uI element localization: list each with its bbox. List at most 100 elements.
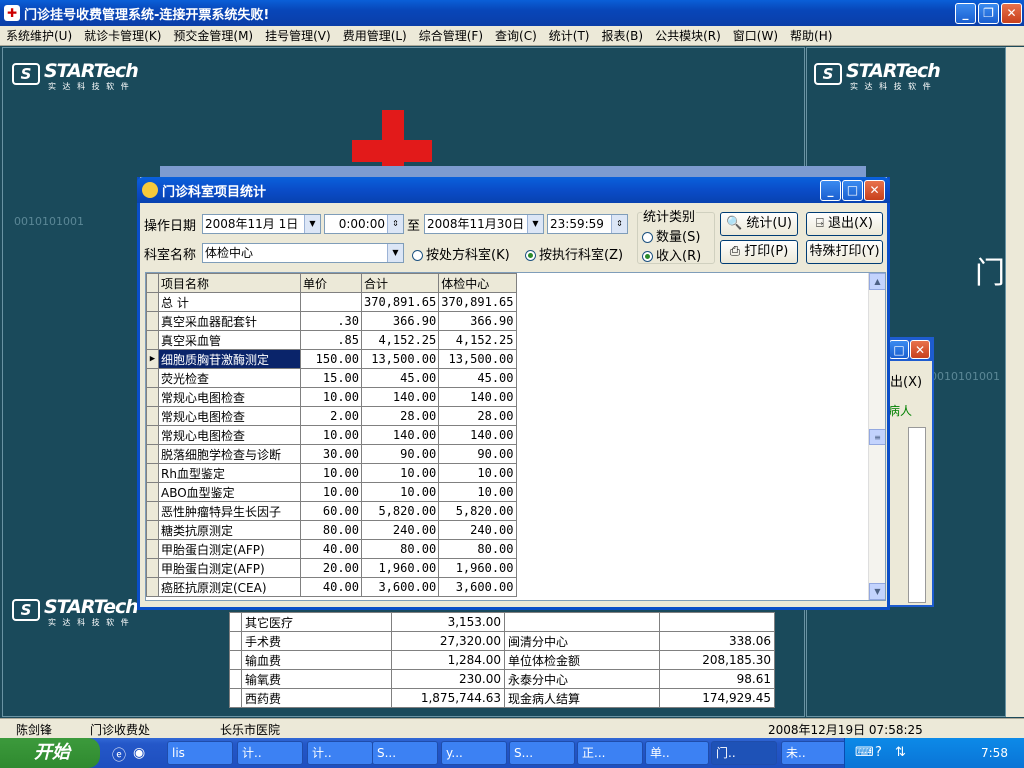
table-row[interactable]: 甲胎蛋白测定(AFP) 20.00 1,960.00 1,960.00 bbox=[146, 558, 517, 578]
network-icon[interactable]: ⇅ bbox=[895, 745, 906, 760]
taskbar-item[interactable]: lis bbox=[167, 741, 233, 765]
keyboard-icon[interactable]: ⌨ bbox=[855, 745, 874, 760]
bg-binary: 0010101001 bbox=[14, 215, 84, 228]
back-window-close[interactable]: ✕ bbox=[910, 340, 930, 359]
grid-header-row: 项目名称 单价 合计 体检中心 bbox=[146, 273, 517, 293]
table-row[interactable]: 恶性肿瘤特异生长因子 60.00 5,820.00 5,820.00 bbox=[146, 501, 517, 521]
header-dept[interactable]: 体检中心 bbox=[438, 273, 517, 293]
browser-icon[interactable]: ◉ bbox=[133, 745, 145, 761]
app-title-bar: ✚ 门诊挂号收费管理系统-连接开票系统失败! _ ❐ ✕ bbox=[0, 0, 1024, 26]
table-row[interactable]: 常规心电图检查 2.00 28.00 28.00 bbox=[146, 406, 517, 426]
dialog-close-button[interactable]: ✕ bbox=[864, 180, 885, 201]
table-row: 输血费 1,284.00 单位体检金额 208,185.30 bbox=[229, 650, 775, 670]
back-tab-label: 病人 bbox=[888, 404, 913, 418]
status-bar: 陈剑锋 门诊收费处 长乐市医院 2008年12月19日 07:58:25 bbox=[0, 718, 1024, 738]
radio-quantity[interactable]: 数量(S) bbox=[642, 226, 700, 245]
table-row-selected[interactable]: ▶ 细胞质胸苷激酶测定 150.00 13,500.00 13,500.00 bbox=[146, 349, 517, 369]
radio-by-prescribe[interactable]: 按处方科室(K) bbox=[412, 244, 510, 263]
date-from-picker[interactable]: 2008年11月 1日 ▼ bbox=[202, 214, 321, 234]
back-window-max[interactable]: □ bbox=[889, 340, 909, 359]
table-row[interactable]: ABO血型鉴定 10.00 10.00 10.00 bbox=[146, 482, 517, 502]
time-to-spinner[interactable]: 23:59:59 ⇕ bbox=[547, 214, 628, 234]
table-row[interactable]: 真空采血器配套针 .30 366.90 366.90 bbox=[146, 311, 517, 331]
dept-select[interactable]: 体检中心 ▼ bbox=[202, 243, 404, 263]
status-datetime: 2008年12月19日 07:58:25 bbox=[768, 723, 923, 737]
menu-fee[interactable]: 费用管理(L) bbox=[337, 27, 413, 44]
taskbar-item[interactable]: y... bbox=[441, 741, 507, 765]
dialog-icon bbox=[142, 182, 158, 198]
status-hospital: 长乐市医院 bbox=[220, 723, 281, 737]
menu-statistics[interactable]: 统计(T) bbox=[543, 27, 596, 44]
taskbar-item[interactable]: 未.. bbox=[781, 741, 847, 765]
grid-vertical-scrollbar[interactable]: ▲ ≡ ▼ bbox=[868, 273, 885, 600]
taskbar: 开始 ⓔ ◉ lis 计.. 计.. S... y... S... 正... 单… bbox=[0, 738, 1024, 768]
taskbar-item[interactable]: 单.. bbox=[645, 741, 709, 765]
stat-button[interactable]: 🔍 统计(U) bbox=[720, 212, 798, 236]
header-price[interactable]: 单价 bbox=[300, 273, 362, 293]
menu-system[interactable]: 系统维护(U) bbox=[0, 27, 78, 44]
table-row[interactable]: 癌胚抗原测定(CEA) 40.00 3,600.00 3,600.00 bbox=[146, 577, 517, 597]
start-button[interactable]: 开始 bbox=[0, 738, 100, 768]
dialog-minimize-button[interactable]: _ bbox=[820, 180, 841, 201]
header-indicator bbox=[146, 273, 159, 293]
minimize-button[interactable]: _ bbox=[955, 3, 976, 24]
stat-category-label: 统计类别 bbox=[642, 206, 697, 225]
menu-common[interactable]: 公共模块(R) bbox=[649, 27, 727, 44]
header-item-name[interactable]: 项目名称 bbox=[158, 273, 301, 293]
menu-query[interactable]: 查询(C) bbox=[489, 27, 543, 44]
radio-by-execute[interactable]: 按执行科室(Z) bbox=[525, 244, 623, 263]
menu-general[interactable]: 综合管理(F) bbox=[413, 27, 489, 44]
menu-help[interactable]: 帮助(H) bbox=[784, 27, 838, 44]
table-row: 其它医疗 3,153.00 bbox=[229, 612, 775, 632]
help-icon[interactable]: ? bbox=[875, 745, 882, 760]
stats-grid[interactable]: 项目名称 单价 合计 体检中心 总 计 370,891.65 370,891.65 … bbox=[145, 272, 886, 601]
back-exit-button[interactable]: 出(X) bbox=[890, 371, 922, 390]
dialog-title-bar: 门诊科室项目统计 _ □ ✕ bbox=[137, 177, 890, 203]
radio-income[interactable]: 收入(R) bbox=[642, 245, 701, 264]
ie-icon[interactable]: ⓔ bbox=[112, 745, 126, 765]
scroll-thumb[interactable]: ≡ bbox=[869, 429, 885, 445]
exit-button[interactable]: ⍈ 退出(X) bbox=[806, 212, 883, 236]
taskbar-item[interactable]: 正... bbox=[577, 741, 643, 765]
taskbar-item[interactable]: S... bbox=[509, 741, 575, 765]
app-title: 门诊挂号收费管理系统-连接开票系统失败! bbox=[24, 7, 270, 23]
taskbar-item[interactable]: 计.. bbox=[237, 741, 303, 765]
scroll-up-icon[interactable]: ▲ bbox=[869, 273, 885, 290]
table-row[interactable]: 总 计 370,891.65 370,891.65 bbox=[146, 292, 517, 312]
dialog-maximize-button[interactable]: □ bbox=[842, 180, 863, 201]
taskbar-item[interactable]: 计.. bbox=[307, 741, 373, 765]
table-row: 西药费 1,875,744.63 现金病人结算 174,929.45 bbox=[229, 688, 775, 708]
menu-card[interactable]: 就诊卡管理(K) bbox=[78, 27, 167, 44]
taskbar-item[interactable]: S... bbox=[372, 741, 438, 765]
table-row[interactable]: 真空采血管 .85 4,152.25 4,152.25 bbox=[146, 330, 517, 350]
dept-item-stats-dialog: 门诊科室项目统计 _ □ ✕ 操作日期 2008年11月 1日 ▼ 0:00:00… bbox=[137, 177, 890, 610]
table-row[interactable]: 荧光检查 15.00 45.00 45.00 bbox=[146, 368, 517, 388]
menu-prepay[interactable]: 预交金管理(M) bbox=[167, 27, 259, 44]
dept-label: 科室名称 bbox=[144, 248, 197, 263]
radio-icon bbox=[412, 250, 423, 261]
taskbar-item-active[interactable]: 门.. bbox=[711, 741, 777, 765]
scroll-down-icon[interactable]: ▼ bbox=[869, 583, 885, 600]
menu-window[interactable]: 窗口(W) bbox=[727, 27, 784, 44]
menu-register[interactable]: 挂号管理(V) bbox=[259, 27, 337, 44]
print-button[interactable]: ⎙ 打印(P) bbox=[720, 240, 798, 264]
table-row[interactable]: 糖类抗原测定 80.00 240.00 240.00 bbox=[146, 520, 517, 540]
special-print-button[interactable]: 特殊打印(Y) bbox=[806, 240, 883, 264]
header-total[interactable]: 合计 bbox=[360, 273, 440, 293]
startech-logo-right: S STARTech 实 达 科 技 软 件 bbox=[814, 60, 941, 92]
table-row[interactable]: Rh血型鉴定 10.00 10.00 10.00 bbox=[146, 463, 517, 483]
table-row[interactable]: 常规心电图检查 10.00 140.00 140.00 bbox=[146, 425, 517, 445]
restore-button[interactable]: ❐ bbox=[978, 3, 999, 24]
time-from-spinner[interactable]: 0:00:00 ⇕ bbox=[324, 214, 404, 234]
table-row[interactable]: 脱落细胞学检查与诊断 30.00 90.00 90.00 bbox=[146, 444, 517, 464]
back-window-scroll[interactable] bbox=[908, 427, 926, 603]
row-pointer-icon: ▶ bbox=[146, 349, 159, 369]
chevron-down-icon: ▼ bbox=[527, 215, 543, 233]
main-scrollbar[interactable] bbox=[1006, 47, 1024, 717]
table-row[interactable]: 常规心电图检查 10.00 140.00 140.00 bbox=[146, 387, 517, 407]
table-row[interactable]: 甲胎蛋白测定(AFP) 40.00 80.00 80.00 bbox=[146, 539, 517, 559]
date-to-picker[interactable]: 2008年11月30日 ▼ bbox=[424, 214, 544, 234]
menu-report[interactable]: 报表(B) bbox=[595, 27, 649, 44]
close-button[interactable]: ✕ bbox=[1001, 3, 1022, 24]
bg-binary-right: 0010101001 bbox=[930, 370, 1000, 383]
